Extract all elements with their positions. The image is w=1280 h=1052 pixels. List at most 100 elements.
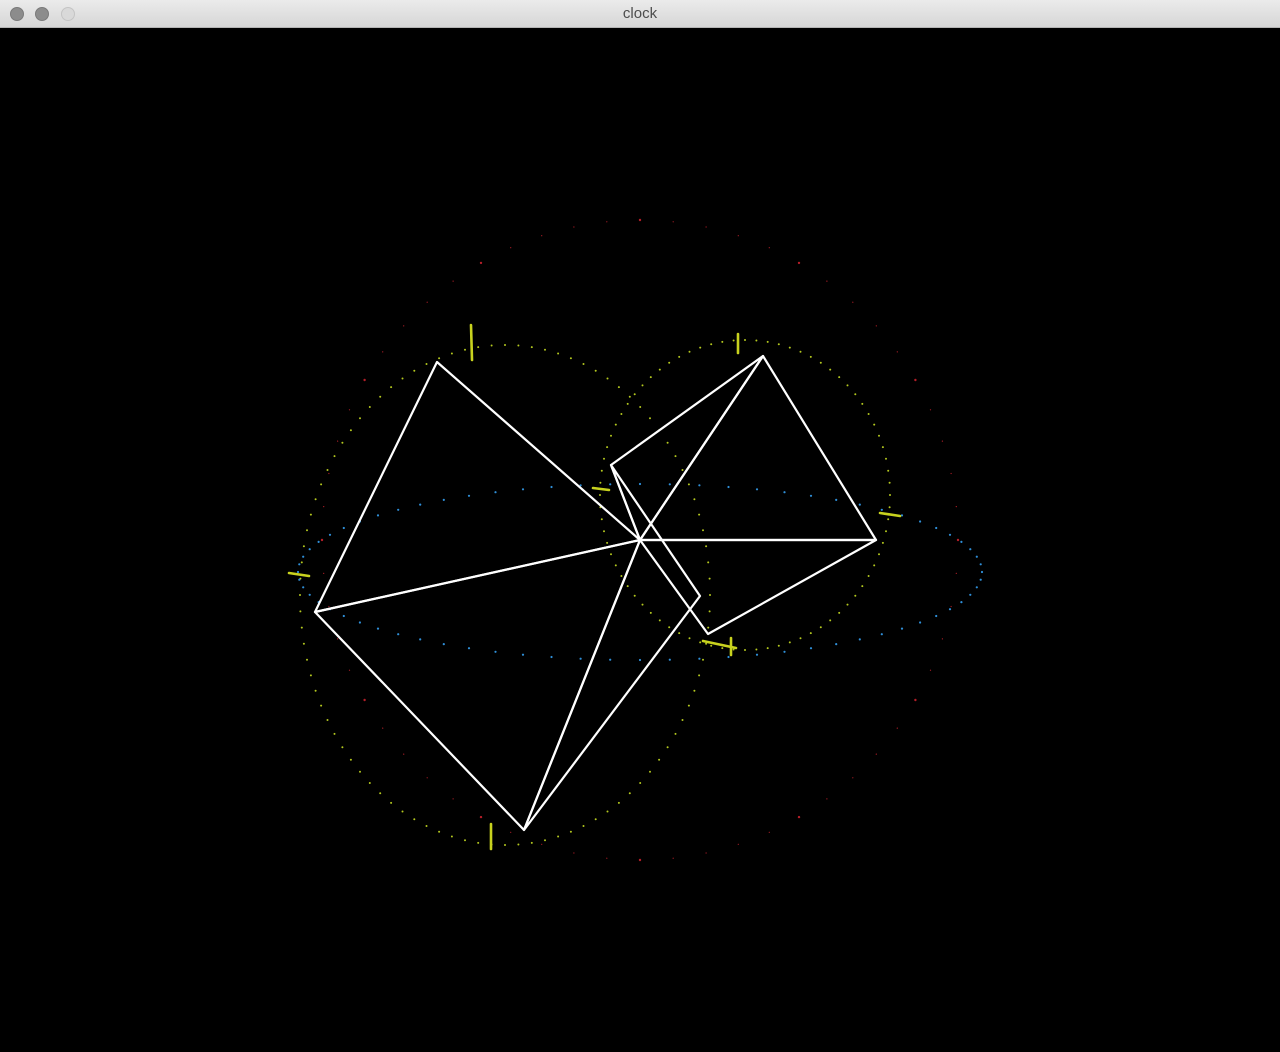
blue-ring-dot: [342, 614, 345, 618]
outer-ring-dot: [826, 798, 828, 800]
blue-ring-dot: [919, 520, 922, 523]
right-ring-dot: [888, 481, 891, 484]
left-ring-dot: [300, 561, 303, 564]
outer-ring-dot: [955, 506, 957, 508]
left-ring-dot: [649, 417, 651, 420]
right-ring-dot: [626, 402, 629, 405]
blue-ring-dot: [494, 491, 497, 494]
right-ring-dot: [668, 361, 671, 364]
blue-ring-dot: [668, 658, 671, 661]
right-ring-dot: [633, 393, 636, 396]
blue-ring-dot: [550, 655, 553, 659]
blue-ring-dot: [442, 498, 445, 501]
right-ring-dot: [788, 346, 791, 349]
blue-ring-dot: [900, 627, 904, 630]
right-ring-dot: [885, 530, 887, 533]
left-ring-dot: [504, 844, 506, 846]
left-ring-dot: [326, 719, 329, 721]
left-ring-dot: [450, 835, 453, 838]
outer-ring-dot: [672, 221, 674, 223]
blue-ring-dot: [521, 653, 525, 656]
left-ring-dot: [544, 348, 546, 351]
outer-ring-dot: [826, 280, 828, 282]
left-ring-dot: [309, 674, 312, 677]
outer-ring-dot: [956, 538, 960, 542]
left-ring-dot: [666, 441, 669, 444]
outer-ring-dot: [426, 777, 428, 779]
blue-ring-dot: [975, 555, 978, 558]
right-ring-dot: [838, 611, 841, 614]
outer-ring-dot: [950, 472, 952, 475]
blue-ring-dot: [835, 643, 838, 646]
blue-ring-dot: [298, 578, 301, 581]
left-ring-dot: [687, 483, 690, 486]
outer-ring-dot: [452, 280, 454, 282]
blue-ring-dot: [755, 488, 759, 491]
right-ring-dot: [777, 644, 780, 647]
left-ring-dot: [709, 594, 711, 596]
title-bar[interactable]: clock: [0, 0, 1280, 28]
right-ring-dot: [614, 423, 617, 426]
right-ring-dot: [799, 637, 802, 640]
blue-ring-dot: [935, 526, 938, 530]
right-ring-dot: [633, 594, 636, 597]
blue-ring-dot: [809, 494, 813, 497]
blue-ring-dot: [969, 548, 972, 551]
blue-ring-dot: [783, 491, 786, 494]
left-ring-dot: [517, 344, 520, 347]
left-ring-dot: [628, 792, 631, 795]
outer-ring-dot: [638, 858, 642, 862]
outer-ring-dot: [541, 235, 543, 237]
right-lower-hand: [638, 538, 878, 636]
left-ring-dot: [681, 719, 684, 721]
right-ring-dot: [809, 355, 812, 358]
outer-ring-dot: [705, 852, 707, 854]
outer-ring-dot: [705, 226, 707, 228]
blue-ring-dot: [397, 633, 400, 636]
blue-ring-dot: [960, 601, 963, 604]
right-ring-dot: [887, 518, 890, 521]
left-ring-dot: [666, 746, 669, 749]
right-ring-dot: [710, 343, 713, 346]
outer-ring-dot: [328, 605, 330, 608]
left-ring-dot: [464, 839, 466, 842]
left-ring-dot: [390, 801, 393, 804]
left-ring-dot: [658, 758, 661, 761]
left-ring-dot: [707, 626, 710, 629]
outer-ring-dot: [797, 815, 801, 819]
right-ring-dot: [600, 518, 603, 521]
blue-ring-dot: [755, 653, 759, 656]
right-ring-dot: [678, 632, 681, 635]
left-ring-dot: [606, 377, 609, 380]
left-ring-dot: [693, 498, 696, 501]
right-ring-dot: [641, 603, 644, 606]
left-ring-dot: [708, 610, 711, 613]
left-ring-dot: [606, 810, 609, 813]
outer-ring-dot: [328, 472, 330, 475]
outer-ring-dot: [914, 698, 917, 702]
left-ring-dot: [379, 792, 382, 795]
outer-ring-dot: [929, 409, 932, 411]
left-ring-dot: [530, 346, 533, 349]
left-ring-dot: [302, 642, 305, 645]
blue-ring-dot: [342, 526, 345, 530]
right-ring-dot: [854, 393, 857, 396]
outer-ring-dot: [403, 325, 405, 327]
blue-ring-dot: [308, 548, 311, 551]
left-ring-dot: [425, 363, 428, 365]
blue-ring-dot: [727, 485, 730, 489]
right-ring-dot: [838, 376, 841, 379]
right-ring-dot: [854, 594, 857, 597]
right-ring-dot: [829, 368, 832, 371]
right-ring-dot: [732, 339, 735, 342]
blue-ring-dot: [550, 485, 553, 489]
right-ring-dot: [861, 585, 864, 588]
blue-ring-dot: [969, 593, 972, 596]
right-ring-dot: [620, 413, 623, 415]
outer-ring-dot: [363, 378, 366, 382]
right-ring-dot: [603, 530, 605, 533]
outer-ring-dot: [768, 247, 770, 249]
blue-ring-dot: [809, 647, 813, 650]
left-ring-dot: [628, 395, 631, 398]
left-ring-dot: [639, 782, 642, 784]
